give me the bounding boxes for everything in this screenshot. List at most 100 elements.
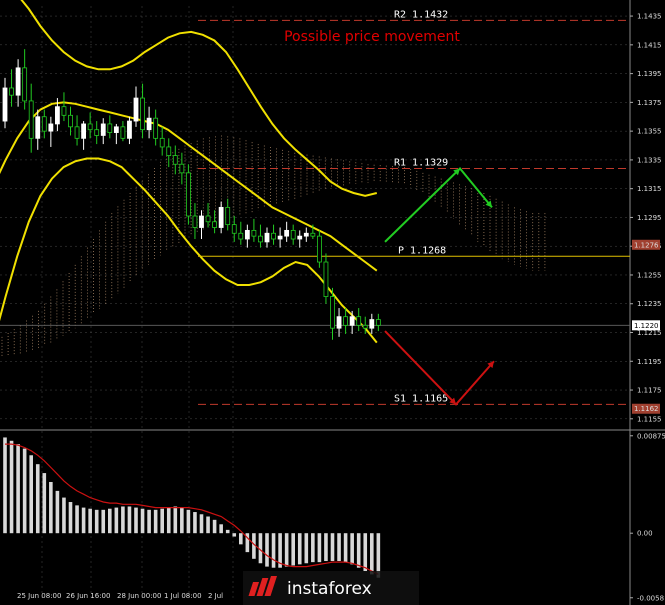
watermark-logo: instaforex: [243, 571, 419, 605]
candle-body: [218, 206, 224, 228]
histogram-bar: [370, 533, 374, 575]
candle-body: [15, 67, 21, 96]
level-label-s1: S1 1.1165: [394, 393, 448, 404]
histogram-bar: [343, 533, 348, 563]
price-tick-label: 1.1375: [637, 99, 662, 107]
candle-body: [81, 123, 86, 139]
candle-body: [153, 117, 159, 139]
histogram-bar: [356, 533, 361, 568]
candle-body: [336, 316, 342, 329]
histogram-bar: [324, 533, 328, 562]
histogram-bar: [29, 455, 33, 534]
time-tick-label: 25 Jun 08:00: [17, 592, 61, 600]
histogram-bar: [304, 533, 309, 564]
histogram-bar: [127, 506, 132, 534]
candle-body: [323, 261, 329, 297]
candle-body: [316, 235, 322, 263]
time-tick-label: 28 Jun 00:00: [117, 592, 161, 600]
candle-body: [28, 100, 34, 139]
candle-body: [146, 117, 152, 131]
chart-title: Possible price movement: [284, 29, 460, 45]
histogram-bar: [94, 509, 99, 534]
price-tick-label: 1.1175: [637, 387, 662, 395]
histogram-bar: [160, 508, 164, 534]
histogram-bar: [49, 481, 53, 534]
candle-body: [68, 114, 73, 128]
candle-body: [48, 123, 54, 132]
histogram-bar: [3, 437, 7, 534]
histogram-bar: [206, 516, 210, 534]
current-price-label: 1.1220: [634, 322, 659, 330]
marked-price-label: 1.1162: [634, 405, 659, 413]
histogram-bar: [219, 524, 223, 534]
price-tick-label: 1.1235: [637, 300, 662, 308]
candle-body: [290, 229, 296, 240]
candle-body: [179, 163, 185, 174]
histogram-bar: [35, 464, 40, 534]
time-tick-label: 2 Jul: [208, 592, 223, 600]
histogram-bar: [186, 509, 191, 534]
price-tick-label: 1.1195: [637, 358, 662, 366]
candle-body: [251, 229, 257, 237]
candle-body: [264, 232, 270, 243]
candle-body: [330, 296, 335, 329]
price-tick-label: 1.1415: [637, 41, 662, 49]
histogram-bar: [193, 512, 197, 534]
histogram-bar: [101, 509, 106, 534]
histogram-bar: [134, 507, 138, 534]
histogram-bar: [42, 473, 47, 534]
price-tick-label: 1.1255: [637, 271, 662, 279]
level-label-r1: R1 1.1329: [394, 158, 448, 169]
histogram-bar: [291, 533, 295, 566]
histogram-bar: [173, 506, 178, 534]
candle-body: [185, 172, 191, 217]
level-label-p: P 1.1268: [398, 245, 446, 256]
histogram-bar: [212, 519, 217, 534]
osc-tick-label: 0.00: [637, 530, 653, 538]
candle-body: [120, 126, 126, 139]
osc-tick-label: -0.0058: [637, 594, 664, 602]
candle-body: [87, 123, 93, 131]
candle-body: [310, 232, 316, 237]
candle-body: [277, 235, 283, 240]
candle-body: [166, 146, 172, 156]
candle-body: [362, 324, 368, 329]
histogram-bar: [81, 507, 86, 534]
level-label-r2: R2 1.1432: [394, 9, 448, 20]
candle-body: [100, 123, 106, 136]
candle-body: [127, 120, 132, 139]
histogram-bar: [16, 444, 20, 534]
price-tick-label: 1.1395: [637, 70, 662, 78]
candle-body: [356, 316, 362, 326]
histogram-bar: [9, 440, 14, 534]
histogram-bar: [88, 508, 92, 534]
histogram-bar: [121, 506, 125, 534]
histogram-bar: [232, 533, 237, 537]
histogram-bar: [265, 533, 269, 567]
price-chart: R2 1.1432 R1 1.1329 P 1.1268 S1 1.1165 0.00…: [0, 0, 665, 605]
histogram-bar: [363, 533, 368, 572]
histogram-bar: [22, 448, 27, 534]
price-tick-label: 1.1355: [637, 128, 662, 136]
candle-body: [303, 232, 309, 237]
histogram-bar: [271, 533, 276, 568]
candle-body: [55, 106, 60, 125]
price-tick-label: 1.1435: [637, 13, 662, 21]
candle-body: [258, 235, 263, 243]
histogram-bar: [147, 509, 151, 534]
histogram-bar: [297, 533, 302, 565]
candle-body: [22, 67, 28, 102]
candle-body: [74, 126, 80, 139]
candle-body: [231, 224, 237, 234]
watermark-brand: instaforex: [287, 579, 372, 599]
histogram-bar: [62, 497, 66, 534]
price-tick-label: 1.1155: [637, 415, 662, 423]
histogram-bar: [350, 533, 354, 565]
histogram-bar: [153, 509, 158, 534]
candle-body: [297, 235, 303, 240]
candle-body: [343, 316, 349, 326]
candle-body: [349, 316, 355, 326]
histogram-bar: [114, 507, 119, 534]
candle-body: [107, 123, 113, 133]
candle-body: [192, 215, 198, 228]
